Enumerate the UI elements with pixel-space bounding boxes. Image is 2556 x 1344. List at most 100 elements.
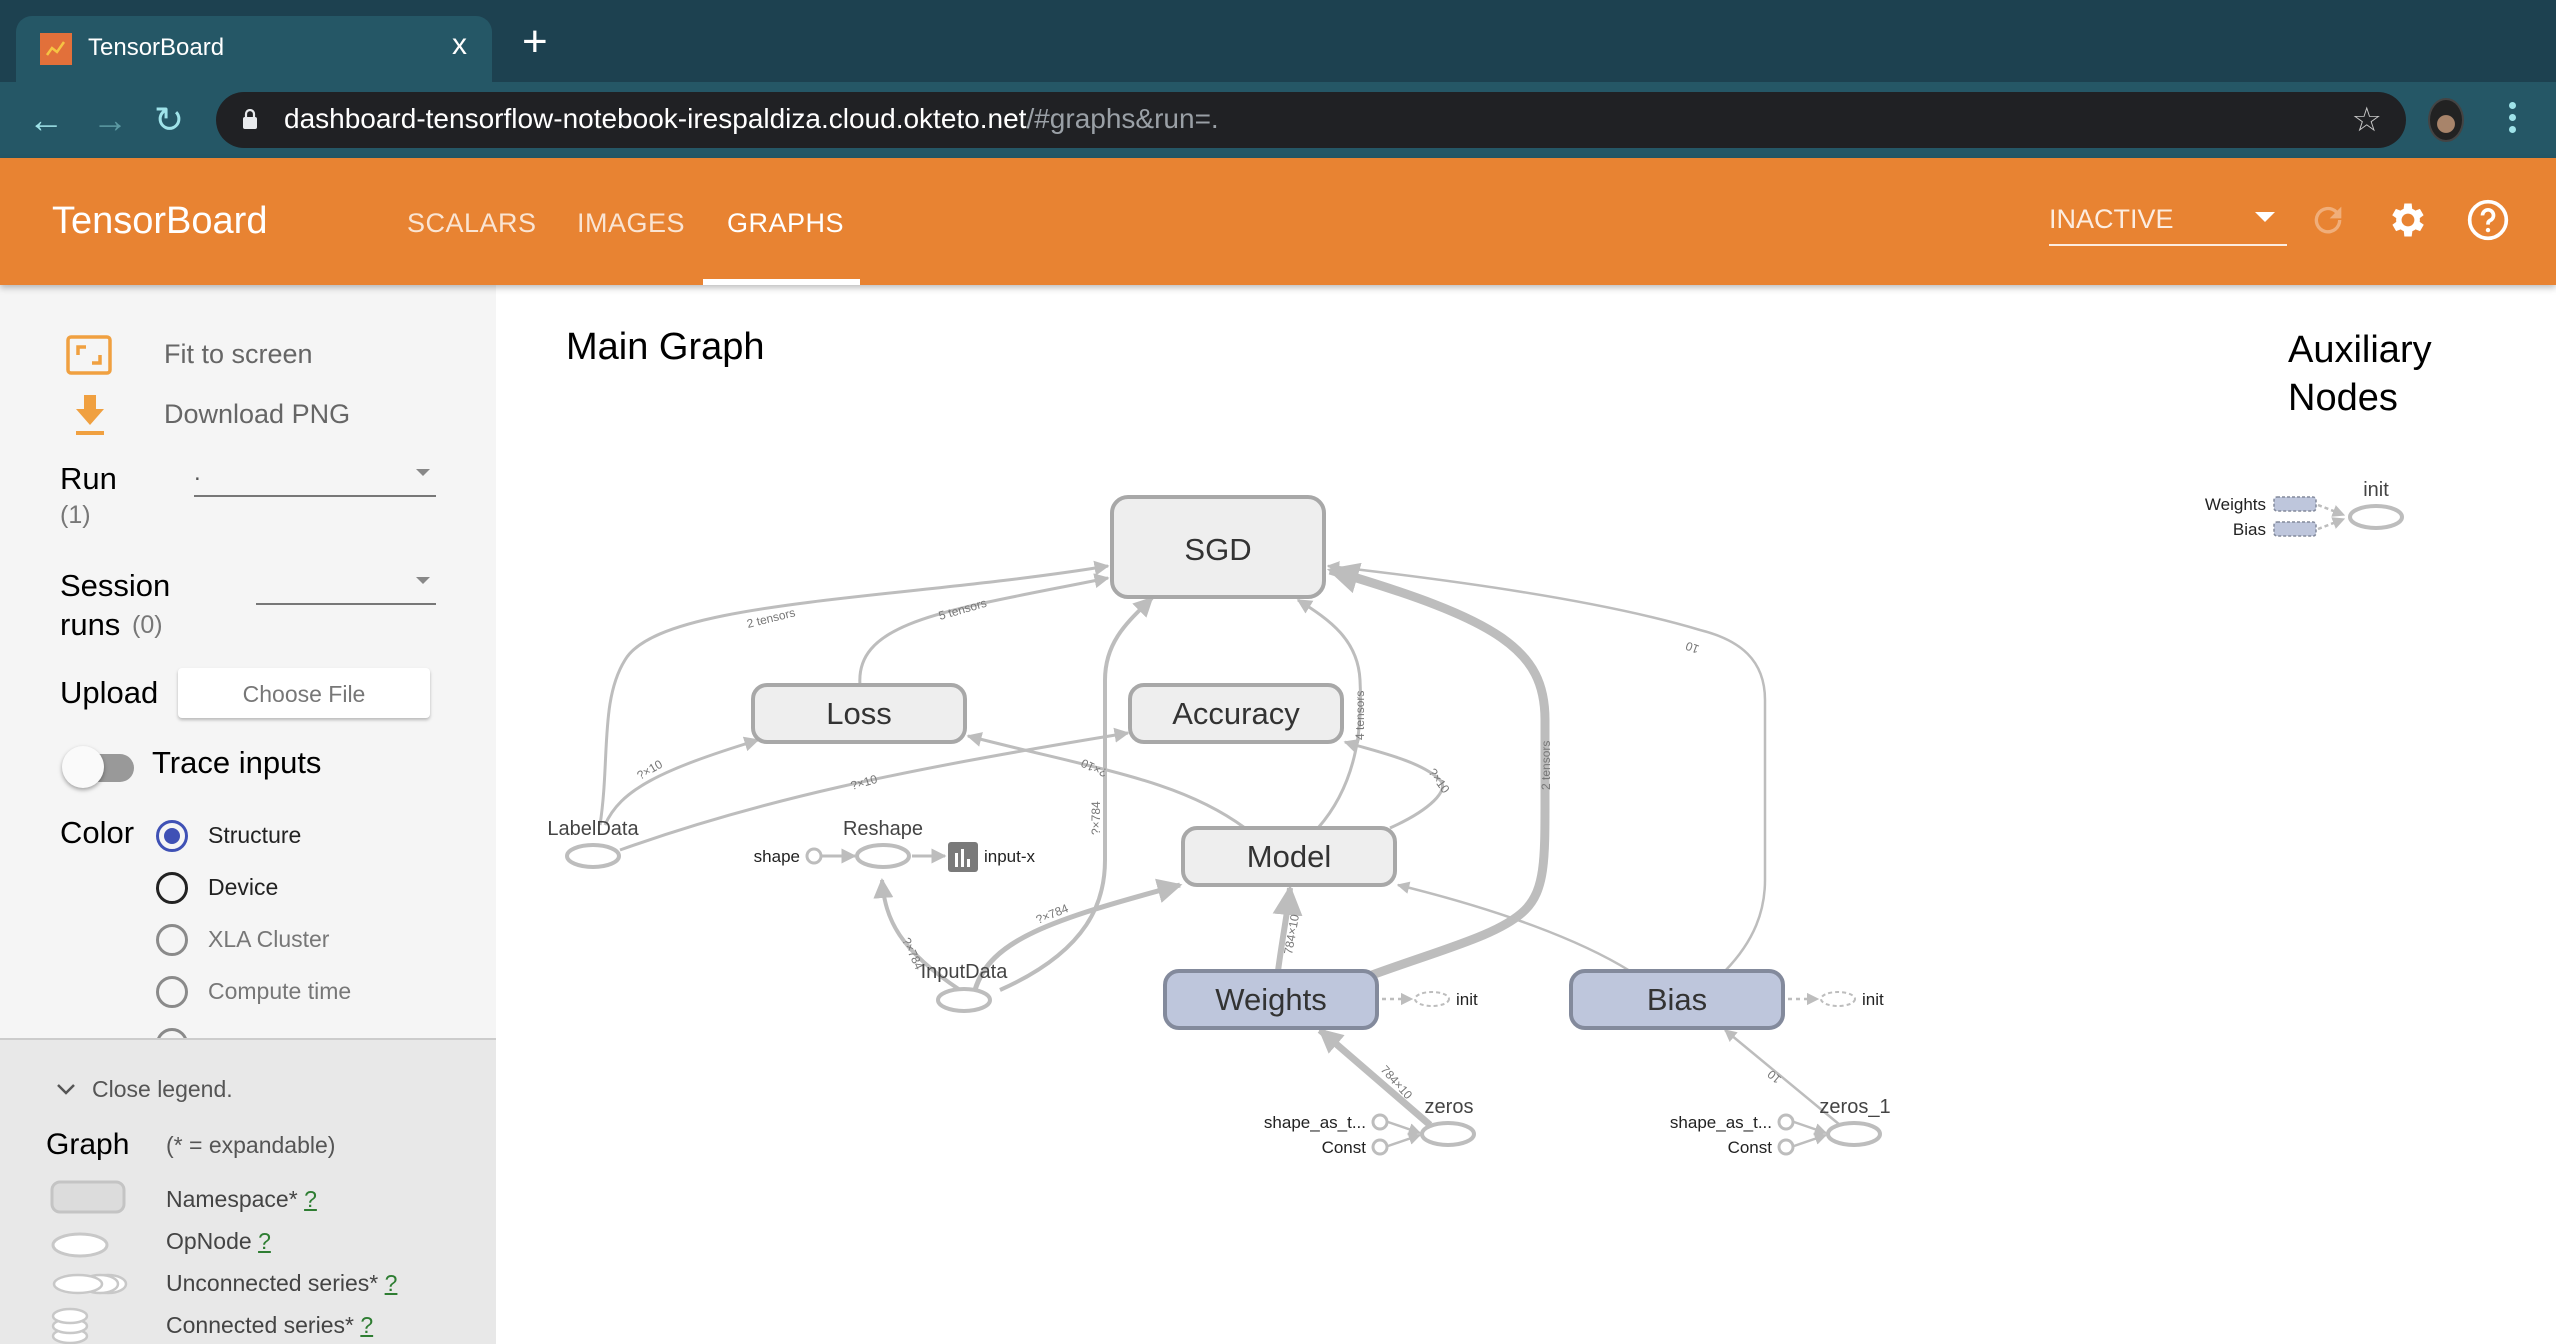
namespace-help-link[interactable]: ?: [304, 1186, 317, 1212]
edge-label: 4 tensors: [1353, 691, 1367, 740]
namespace-loss[interactable]: Loss: [751, 683, 967, 744]
choose-file-button[interactable]: Choose File: [178, 668, 430, 718]
legend-unconnected-series: Unconnected series* ?: [166, 1270, 397, 1297]
namespace-sgd[interactable]: SGD: [1110, 495, 1326, 599]
edge-label: ?×784: [1034, 901, 1071, 927]
summary-input-x[interactable]: input-x: [948, 842, 1036, 872]
op-zeros-1-label: zeros_1: [1819, 1096, 1890, 1118]
edge-label: 5 tensors: [937, 596, 988, 623]
url-host: dashboard-tensorflow-notebook-irespaldiz…: [284, 103, 1027, 134]
status-select[interactable]: INACTIVE: [2049, 194, 2287, 246]
op-init-weights[interactable]: init: [1414, 990, 1478, 1009]
op-init-bias[interactable]: init: [1820, 990, 1884, 1009]
reload-icon[interactable]: ↻: [154, 92, 184, 148]
namespace-loss-label: Loss: [826, 696, 891, 731]
namespace-bias[interactable]: Bias: [1569, 969, 1785, 1030]
namespace-accuracy[interactable]: Accuracy: [1128, 683, 1344, 744]
op-shape[interactable]: shape: [754, 847, 823, 866]
address-bar[interactable]: dashboard-tensorflow-notebook-irespaldiz…: [216, 92, 2406, 148]
download-png-button[interactable]: Download PNG: [164, 399, 350, 430]
unconnected-series-shape-icon: [52, 1273, 128, 1295]
aux-edge-weights-init: [2317, 503, 2346, 517]
browser-menu-icon[interactable]: [2509, 102, 2517, 138]
graph-legend: Close legend. Graph (* = expandable) Nam…: [0, 1038, 496, 1344]
edge-model-to-loss: [966, 732, 1246, 830]
op-reshape[interactable]: Reshape: [843, 818, 923, 869]
edge-label: 784×10: [1378, 1063, 1416, 1103]
unconnected-help-link[interactable]: ?: [385, 1270, 398, 1296]
back-arrow-icon[interactable]: ←: [28, 92, 64, 148]
op-shape-as-tensor-1[interactable]: shape_as_t...: [1264, 1113, 1389, 1132]
color-compute-time-label: Compute time: [208, 978, 352, 1004]
op-const-1-label: Const: [1322, 1138, 1367, 1157]
aux-weights-node[interactable]: Weights: [2205, 495, 2317, 514]
reload-icon[interactable]: [2308, 200, 2348, 240]
color-compute-time-radio[interactable]: [156, 976, 188, 1008]
namespace-model-label: Model: [1247, 839, 1331, 874]
edge-loss-to-sgd: [858, 573, 1110, 686]
tab-images[interactable]: IMAGES: [577, 208, 685, 239]
legend-opnode: OpNode ?: [166, 1228, 271, 1255]
color-xla-radio[interactable]: [156, 924, 188, 956]
tab-scalars[interactable]: SCALARS: [407, 208, 537, 239]
aux-init-node[interactable]: init: [2348, 479, 2404, 530]
op-input-data[interactable]: InputData: [921, 961, 1009, 1013]
auxiliary-graph: Weights Bias init: [2205, 479, 2404, 539]
edge-const2-to-zeros1: [1793, 1132, 1828, 1148]
edge-shape-as-t2-to-zeros1: [1793, 1120, 1828, 1136]
op-input-data-label: InputData: [921, 961, 1009, 983]
op-shape-as-tensor-2[interactable]: shape_as_t...: [1670, 1113, 1795, 1132]
color-device-radio[interactable]: [156, 872, 188, 904]
edge-label: ?×10: [1079, 756, 1110, 780]
fit-to-screen-button[interactable]: Fit to screen: [164, 339, 313, 370]
tab-close-icon[interactable]: x: [452, 30, 467, 60]
color-xla-label: XLA Cluster: [208, 926, 330, 952]
aux-bias-label: Bias: [2233, 520, 2266, 539]
edge-weights-to-sgd: [1326, 562, 1550, 980]
opnode-shape-icon: [51, 1232, 109, 1258]
op-const-1[interactable]: Const: [1322, 1138, 1389, 1157]
tab-graphs[interactable]: GRAPHS: [727, 208, 844, 239]
close-legend-button[interactable]: Close legend.: [92, 1076, 233, 1103]
session-runs-select[interactable]: [256, 565, 436, 605]
fit-to-screen-icon[interactable]: [66, 335, 112, 375]
op-init-weights-label: init: [1456, 990, 1478, 1009]
session-runs-count: (0): [132, 611, 163, 639]
settings-gear-icon[interactable]: [2386, 198, 2430, 242]
download-icon[interactable]: [74, 393, 106, 437]
namespace-model[interactable]: Model: [1181, 826, 1397, 887]
url-text: dashboard-tensorflow-notebook-irespaldiz…: [284, 103, 1219, 135]
legend-namespace: Namespace* ?: [166, 1186, 317, 1213]
help-icon[interactable]: [2466, 198, 2510, 242]
op-zeros-label: zeros: [1425, 1096, 1474, 1118]
edge-weights-to-model: [1272, 885, 1303, 972]
trace-inputs-toggle-knob[interactable]: [62, 746, 104, 788]
aux-bias-node[interactable]: Bias: [2233, 520, 2317, 539]
forward-arrow-icon[interactable]: →: [92, 92, 128, 148]
run-select[interactable]: .: [194, 457, 436, 497]
chevron-down-icon[interactable]: [56, 1082, 76, 1096]
edge-input-to-sgd: [999, 596, 1154, 992]
profile-avatar[interactable]: [2428, 98, 2464, 142]
namespace-weights[interactable]: Weights: [1163, 969, 1379, 1030]
session-runs-label: Session: [60, 568, 171, 603]
op-zeros-1[interactable]: zeros_1: [1819, 1096, 1891, 1147]
op-label-data[interactable]: LabelData: [547, 818, 639, 869]
legend-expandable-note: (* = expandable): [166, 1132, 336, 1158]
active-tab-indicator: [703, 279, 860, 285]
browser-tab-strip: TensorBoard x +: [0, 0, 2556, 82]
bookmark-star-icon[interactable]: ☆: [2352, 98, 2382, 142]
lock-icon: [243, 109, 257, 129]
color-structure-radio[interactable]: [156, 820, 188, 852]
opnode-help-link[interactable]: ?: [258, 1228, 271, 1254]
connected-help-link[interactable]: ?: [360, 1312, 373, 1338]
tensorboard-brand: TensorBoard: [52, 200, 268, 242]
namespace-bias-label: Bias: [1647, 982, 1707, 1017]
aux-init-label: init: [2363, 479, 2389, 501]
new-tab-button[interactable]: +: [522, 20, 548, 64]
run-select-value: .: [194, 459, 201, 486]
op-zeros[interactable]: zeros: [1420, 1096, 1476, 1147]
op-const-2[interactable]: Const: [1728, 1138, 1795, 1157]
edge-label: 2 tensors: [745, 605, 796, 631]
browser-tab[interactable]: TensorBoard x: [16, 16, 492, 82]
